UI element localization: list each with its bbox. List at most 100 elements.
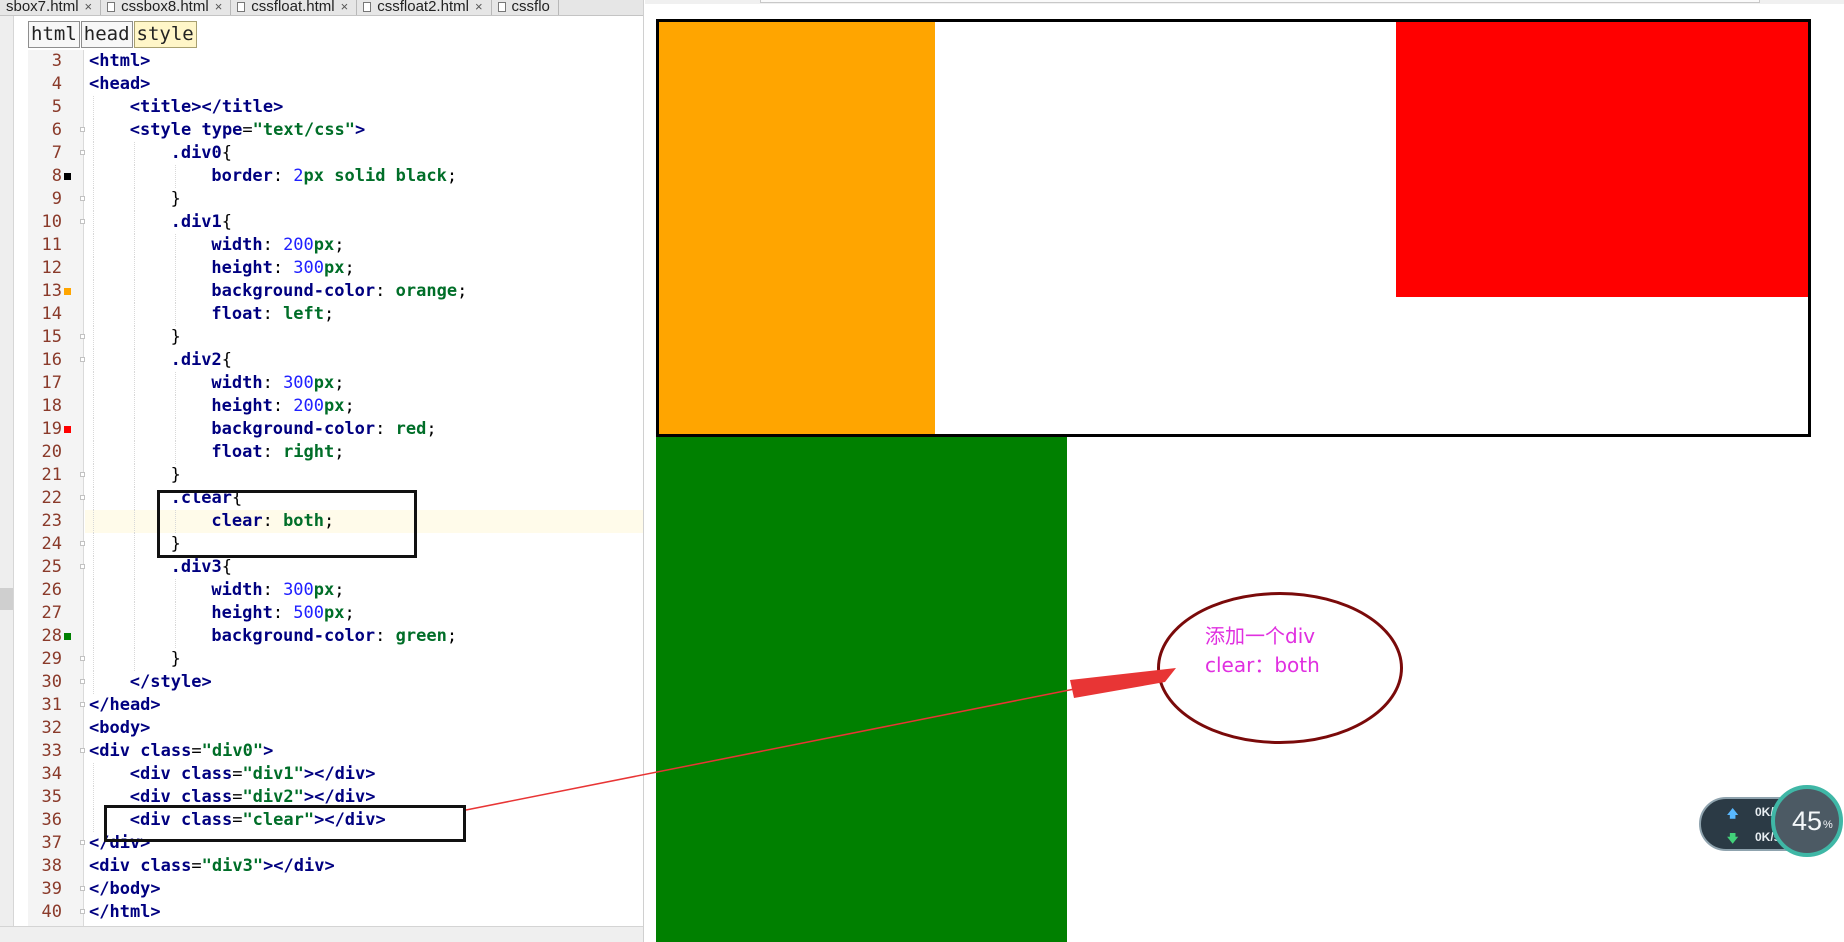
line-number: 35 (41, 787, 62, 807)
line-number: 10 (41, 212, 62, 232)
code-line[interactable]: <div class="div3"></div> (89, 855, 335, 878)
code-line[interactable]: <div class="div1"></div> (130, 763, 376, 786)
line-number: 24 (41, 534, 62, 554)
tab-label: sbox7.html (6, 0, 79, 15)
line-number: 23 (41, 511, 62, 531)
code-line[interactable]: .div0{ (171, 142, 232, 165)
code-token: <head> (89, 74, 151, 94)
code-line[interactable]: } (171, 464, 181, 487)
code-line[interactable]: float: right; (211, 441, 344, 464)
close-icon[interactable]: × (215, 0, 223, 14)
horizontal-scrollbar[interactable] (0, 926, 643, 942)
code-token: 300 (283, 580, 314, 600)
code-token: "div2" (242, 787, 304, 807)
code-token: px (324, 603, 345, 623)
line-number: 3 (51, 51, 62, 71)
tab-cssfloat2[interactable]: cssfloat2.html × (357, 0, 492, 15)
line-number: 7 (51, 143, 62, 163)
code-line[interactable]: </style> (130, 671, 212, 694)
indent-guide (174, 441, 176, 464)
indent-guide (174, 234, 176, 257)
code-token: 300 (293, 258, 325, 278)
code-token: height (211, 396, 273, 416)
code-line[interactable]: } (171, 326, 181, 349)
breadcrumb-html[interactable]: html (28, 21, 80, 48)
code-line[interactable]: </head> (89, 694, 161, 717)
code-token: .div1 (170, 212, 222, 232)
code-token: ; (457, 281, 468, 301)
code-line[interactable]: .div3{ (171, 556, 232, 579)
div2-red-block (1396, 22, 1808, 297)
close-icon[interactable]: × (85, 0, 93, 14)
indent-guide (93, 809, 94, 832)
gutter-line: 3 (28, 50, 84, 73)
tab-cssbox8[interactable]: cssbox8.html × (101, 0, 232, 15)
code-line[interactable]: } (171, 188, 181, 211)
code-line[interactable]: background-color: red; (211, 418, 436, 441)
line-number: 13 (41, 281, 62, 301)
close-icon[interactable]: × (341, 0, 349, 14)
indent-guide (174, 395, 176, 418)
code-line[interactable]: height: 300px; (211, 257, 354, 280)
tab-cssfloat[interactable]: cssfloat.html × (231, 0, 358, 15)
code-line[interactable]: <body> (89, 717, 150, 740)
code-line[interactable]: background-color: orange; (211, 280, 467, 303)
code-token: = (242, 120, 253, 140)
code-line[interactable]: width: 300px; (211, 372, 344, 395)
breadcrumb-style[interactable]: style (133, 21, 197, 48)
address-bar[interactable] (760, 0, 1760, 3)
indent-guide (133, 648, 135, 671)
tab-sbox7[interactable]: sbox7.html × (0, 0, 102, 15)
indent-guide (93, 96, 94, 119)
indent-guide (133, 372, 135, 395)
breadcrumb-head[interactable]: head (80, 21, 133, 48)
indent-guide (93, 648, 94, 671)
code-line[interactable]: </body> (89, 878, 161, 901)
load-gauge[interactable]: 45 % (1771, 785, 1843, 857)
line-number: 34 (41, 764, 62, 784)
code-area[interactable]: <html> <head> <title></title> <style type="… (85, 50, 643, 926)
code-line[interactable]: <div class="div0"> (89, 740, 273, 763)
code-token: = (232, 764, 243, 784)
indent-guide (133, 234, 135, 257)
code-line[interactable]: .div2{ (171, 349, 232, 372)
code-line[interactable]: <html> (89, 50, 150, 73)
indent-guide (133, 142, 135, 165)
code-line[interactable]: border: 2px solid black; (211, 165, 457, 188)
gutter-line: 33 (28, 740, 85, 763)
indent-guide (133, 303, 135, 326)
indent-guide (133, 188, 135, 211)
gutter-line: 5 (28, 96, 84, 119)
code-line[interactable]: <style type="text/css"> (130, 119, 365, 142)
code-line[interactable]: height: 200px; (211, 395, 354, 418)
code-token: } (170, 189, 181, 209)
file-icon (107, 2, 116, 12)
code-line[interactable]: </html> (89, 901, 161, 924)
close-icon[interactable]: × (475, 0, 483, 14)
code-line[interactable]: <head> (89, 73, 150, 96)
code-line[interactable]: width: 200px; (211, 234, 344, 257)
code-line[interactable]: background-color: green; (211, 625, 457, 648)
code-line[interactable]: .div1{ (171, 211, 232, 234)
code-token: ; (334, 442, 345, 462)
code-line[interactable]: <title></title> (130, 96, 284, 119)
code-line[interactable]: } (171, 648, 181, 671)
code-token: : (262, 373, 284, 393)
indent-guide (93, 487, 94, 510)
indent-guide (93, 395, 94, 418)
indent-guide (174, 280, 176, 303)
code-line[interactable]: height: 500px; (211, 602, 354, 625)
gutter-line: 12 (28, 257, 84, 280)
code-token: 300 (283, 373, 314, 393)
tab-cssflo[interactable]: cssflo (492, 0, 559, 15)
code-line[interactable]: float: left; (211, 303, 334, 326)
indent-guide (133, 280, 135, 303)
code-token: <html> (89, 51, 151, 71)
indent-guide (133, 487, 135, 510)
code-token: width (211, 580, 263, 600)
code-line[interactable]: width: 300px; (211, 579, 344, 602)
indent-guide (133, 257, 135, 280)
code-token: </head> (89, 695, 161, 715)
line-number: 8 (51, 166, 62, 186)
